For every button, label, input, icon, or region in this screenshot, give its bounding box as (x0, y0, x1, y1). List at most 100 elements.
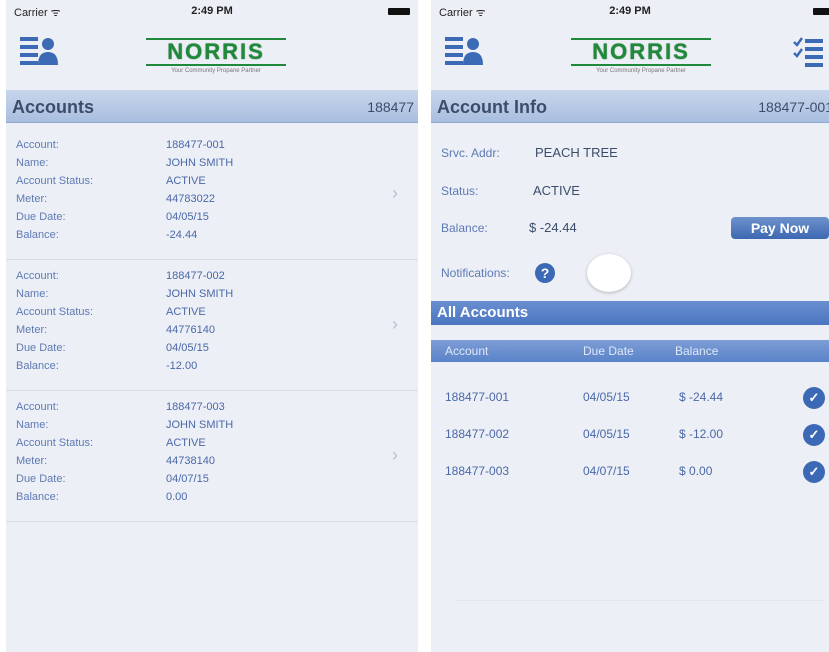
customer-number: 188477 (367, 99, 414, 115)
account-number: 188477-001 (758, 99, 829, 115)
account-value: 188477-003 (166, 401, 225, 413)
meter-label: Meter: (16, 193, 48, 205)
battery-icon (388, 8, 410, 15)
name-label: Name: (16, 419, 49, 431)
row-account: 188477-001 (445, 390, 510, 404)
balance-label: Balance: (16, 491, 59, 503)
service-address-value: PEACH TREE (535, 145, 618, 160)
due-date-label: Due Date: (16, 473, 66, 485)
notifications-label: Notifications: (441, 266, 510, 280)
meter-label: Meter: (16, 324, 48, 336)
accounts-header: Accounts 188477 (6, 90, 418, 123)
balance-label: Balance: (16, 229, 59, 241)
balance-value: 0.00 (166, 491, 188, 503)
divider (455, 600, 825, 601)
logo-wordmark: NORRIS (146, 38, 286, 66)
account-menu-icon[interactable] (445, 34, 483, 66)
checkmark-icon[interactable]: ✓ (803, 461, 825, 483)
status-value: ACTIVE (166, 175, 206, 187)
account-value: 188477-002 (166, 270, 225, 282)
row-due-date: 04/07/15 (583, 464, 630, 478)
account-item-2[interactable]: Account: 188477-002 Name: JOHN SMITH Accou… (6, 260, 418, 391)
account-value: 188477-001 (166, 139, 225, 151)
table-row[interactable]: 188477-003 04/07/15 $ 0.00 ✓ (431, 456, 829, 490)
nav-bar: NORRIS Your Community Propane Partner (6, 22, 418, 90)
status-value: ACTIVE (166, 306, 206, 318)
battery-icon (813, 8, 829, 15)
all-accounts-header: All Accounts (431, 301, 829, 325)
balance-value: $ -24.44 (529, 220, 577, 235)
column-account: Account (445, 344, 489, 358)
norris-logo: NORRIS Your Community Propane Partner (146, 38, 286, 74)
due-date-label: Due Date: (16, 342, 66, 354)
all-accounts-title: All Accounts (437, 304, 529, 321)
row-account: 188477-002 (445, 427, 510, 441)
notifications-toggle[interactable] (587, 254, 631, 292)
chevron-right-icon: › (392, 183, 398, 203)
service-address-label: Srvc. Addr: (441, 146, 500, 160)
account-menu-icon[interactable] (20, 34, 58, 66)
name-label: Name: (16, 157, 49, 169)
meter-label: Meter: (16, 455, 48, 467)
norris-logo: NORRIS Your Community Propane Partner (571, 38, 711, 74)
nav-bar: NORRIS Your Community Propane Partner (431, 22, 829, 90)
row-due-date: 04/05/15 (583, 427, 630, 441)
name-label: Name: (16, 288, 49, 300)
status-label: Status: (441, 184, 479, 198)
accounts-screen: Carrier ᯤ 2:49 PM NORRIS Your Community … (6, 0, 418, 652)
page-title: Account Info (437, 97, 547, 117)
checkmark-icon[interactable]: ✓ (803, 387, 825, 409)
status-bar: Carrier ᯤ 2:49 PM (431, 0, 829, 22)
account-item-3[interactable]: Account: 188477-003 Name: JOHN SMITH Accou… (6, 391, 418, 522)
status-bar: Carrier ᯤ 2:49 PM (6, 0, 418, 22)
due-date-value: 04/05/15 (166, 211, 209, 223)
balance-label: Balance: (16, 360, 59, 372)
status-time: 2:49 PM (191, 5, 233, 17)
row-balance: $ 0.00 (679, 464, 713, 478)
status-label: Account Status: (16, 175, 94, 187)
row-balance: $ -12.00 (679, 427, 724, 441)
balance-value: -24.44 (166, 229, 198, 241)
account-list: Account: 188477-001 Name: JOHN SMITH Accou… (6, 123, 418, 522)
account-info-screen: Carrier ᯤ 2:49 PM NORRIS Your Community … (431, 0, 829, 652)
balance-value: -12.00 (166, 360, 198, 372)
due-date-value: 04/05/15 (166, 342, 209, 354)
logo-tagline: Your Community Propane Partner (171, 68, 261, 74)
account-label: Account: (16, 139, 59, 151)
balance-label: Balance: (441, 221, 488, 235)
status-value: ACTIVE (533, 183, 580, 198)
status-time: 2:49 PM (609, 5, 651, 17)
chevron-right-icon: › (392, 445, 398, 465)
checklist-menu-icon[interactable] (793, 36, 823, 68)
status-value: ACTIVE (166, 437, 206, 449)
pay-now-button[interactable]: Pay Now (731, 217, 829, 239)
due-date-value: 04/07/15 (166, 473, 209, 485)
table-row[interactable]: 188477-002 04/05/15 $ -12.00 ✓ (431, 419, 829, 453)
account-item-1[interactable]: Account: 188477-001 Name: JOHN SMITH Accou… (6, 129, 418, 260)
meter-value: 44783022 (166, 193, 215, 205)
checkmark-icon[interactable]: ✓ (803, 424, 825, 446)
column-due-date: Due Date (583, 344, 634, 358)
meter-value: 44738140 (166, 455, 215, 467)
account-label: Account: (16, 401, 59, 413)
name-value: JOHN SMITH (166, 419, 234, 431)
table-row[interactable]: 188477-001 04/05/15 $ -24.44 ✓ (431, 382, 829, 416)
status-label: Account Status: (16, 306, 94, 318)
column-balance: Balance (675, 344, 719, 358)
due-date-label: Due Date: (16, 211, 66, 223)
status-label: Account Status: (16, 437, 94, 449)
name-value: JOHN SMITH (166, 288, 234, 300)
chevron-right-icon: › (392, 314, 398, 334)
table-header: Account Due Date Balance (431, 340, 829, 362)
logo-tagline: Your Community Propane Partner (596, 68, 686, 74)
account-label: Account: (16, 270, 59, 282)
account-info-header: Account Info 188477-001 (431, 90, 829, 123)
row-account: 188477-003 (445, 464, 510, 478)
name-value: JOHN SMITH (166, 157, 234, 169)
row-due-date: 04/05/15 (583, 390, 630, 404)
help-icon[interactable]: ? (535, 263, 555, 283)
row-balance: $ -24.44 (679, 390, 724, 404)
meter-value: 44776140 (166, 324, 215, 336)
page-title: Accounts (12, 97, 95, 117)
logo-wordmark: NORRIS (571, 38, 711, 66)
